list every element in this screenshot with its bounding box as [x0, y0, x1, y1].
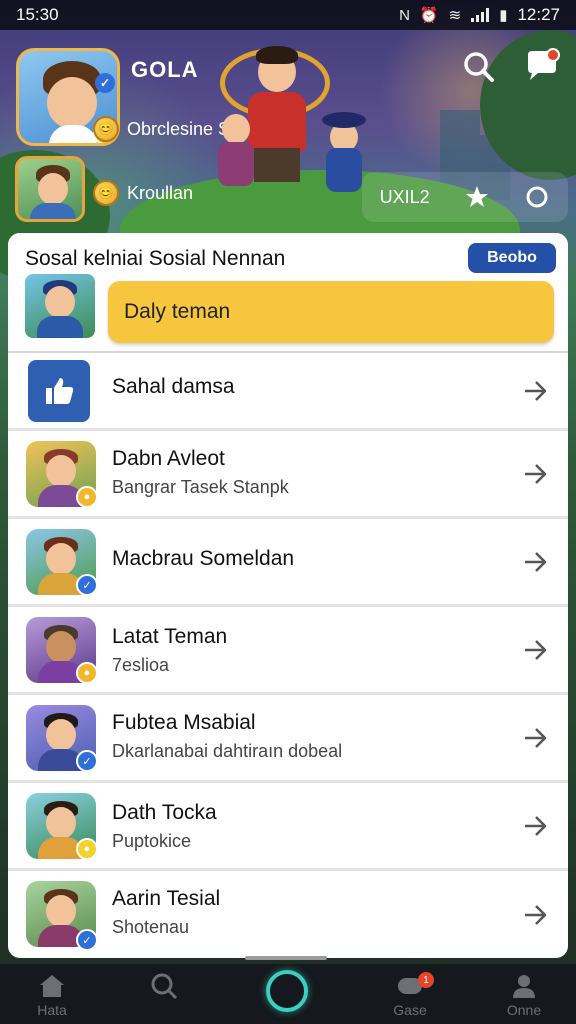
blue-badge-icon: ✓ [76, 574, 98, 596]
panel-title: Sosal kelniai Sosial Nennan [25, 247, 286, 270]
share-arrow-icon[interactable] [522, 902, 548, 928]
blue-badge-icon: ✓ [76, 750, 98, 772]
status-time-right: 12:27 [517, 5, 560, 24]
stats-pill: UXIL2 [362, 172, 568, 222]
nav-chat-badge: 1 [418, 972, 434, 988]
share-arrow-icon[interactable] [522, 637, 548, 663]
list-item-subtitle: 7eslioa [112, 655, 170, 675]
secondary-label-row: 😊 Kroullan [93, 180, 193, 206]
social-panel: Sosal kelniai Sosial Nennan Beobo Daly t… [8, 233, 568, 958]
battery-icon: ▮ [499, 7, 508, 24]
share-arrow-icon[interactable] [522, 549, 548, 575]
panel-action-button[interactable]: Beobo [468, 243, 556, 273]
list-item[interactable]: ● Dabn Avleot Bangrar Tasek Stanpk [8, 431, 568, 519]
panel-header: Sosal kelniai Sosial Nennan Beobo Daly t… [8, 233, 568, 353]
gold-badge-icon: ● [76, 662, 98, 684]
list-item-name: Dabn Avleot [112, 447, 225, 470]
center-ring-icon[interactable] [266, 970, 308, 1012]
signal-icon [471, 8, 490, 22]
nav-chat-label: Gase [393, 1002, 427, 1018]
sheet-handle[interactable] [245, 956, 327, 960]
search-icon [151, 973, 178, 1000]
search-button[interactable] [458, 46, 498, 86]
star-icon[interactable] [465, 185, 489, 209]
search-icon [464, 52, 494, 82]
blue-badge-icon: ✓ [76, 929, 98, 951]
secondary-avatar[interactable] [15, 156, 85, 222]
list-item-subtitle: Dkarlanabai dahtiraın dobeal [112, 741, 343, 761]
hero-illustration [210, 38, 380, 198]
share-arrow-icon[interactable] [522, 461, 548, 487]
wifi-icon: ≋ [448, 7, 462, 24]
list-item-subtitle: Bangrar Tasek Stanpk [112, 477, 289, 497]
messages-button[interactable] [522, 46, 562, 86]
list-item[interactable]: ● Latat Teman 7eslioa [8, 607, 568, 695]
list-item-name: Fubtea Msabial [112, 711, 256, 734]
list-item[interactable]: ✓ Aarin Tesial Shotenau [8, 871, 568, 958]
circle-icon[interactable] [524, 184, 550, 210]
profile-icon [513, 975, 535, 998]
list-item[interactable]: ✓ Fubtea Msabial Dkarlanabai dahtiraın d… [8, 695, 568, 783]
gold-badge-icon: ● [76, 838, 98, 860]
list-item[interactable]: ✓ Macbrau Someldan [8, 519, 568, 607]
alarm-icon: ⏰ [419, 7, 439, 24]
secondary-label: Kroullan [127, 182, 194, 203]
featured-avatar [25, 274, 95, 338]
list-item-name: Dath Tocka [112, 801, 217, 824]
list-item[interactable]: ● Dath Tocka Puptokice [8, 783, 568, 871]
smile-coin-icon: 😊 [93, 180, 119, 206]
list-item-name: Latat Teman [112, 625, 228, 648]
gold-badge-icon: ● [76, 486, 98, 508]
list-item-subtitle: Shotenau [112, 917, 190, 937]
nav-profile-label: Onne [506, 1002, 542, 1018]
verified-badge-icon: ✓ [95, 73, 115, 93]
nav-profile[interactable]: Onne [484, 970, 564, 1022]
daily-friend-button[interactable]: Daly teman [108, 281, 554, 343]
nfc-icon: N [399, 6, 410, 24]
list-item-subtitle: Puptokice [112, 831, 192, 851]
list-item-name: Macbrau Someldan [112, 547, 295, 570]
coin-icon: 😊 [93, 116, 119, 142]
list-item-name: Sahal damsa [112, 375, 235, 398]
app-title: GOLA [131, 57, 199, 82]
stats-label: UXIL2 [379, 186, 430, 207]
list-item[interactable]: Sahal damsa [8, 353, 568, 431]
nav-search[interactable] [124, 970, 204, 1022]
share-arrow-icon[interactable] [522, 813, 548, 839]
status-bar: 15:30 N ⏰ ≋ ▮ 12:27 [0, 0, 576, 30]
thumbs-up-icon [28, 359, 90, 422]
nav-home-label: Hata [37, 1002, 67, 1018]
list-item-name: Aarin Tesial [112, 887, 221, 910]
status-time-left: 15:30 [16, 5, 59, 24]
share-arrow-icon[interactable] [522, 725, 548, 751]
nav-home[interactable]: Hata [12, 970, 92, 1022]
home-icon [40, 975, 64, 997]
share-arrow-icon[interactable] [522, 378, 548, 404]
nav-chat[interactable]: 1 Gase [370, 970, 450, 1022]
notification-dot [546, 48, 560, 62]
